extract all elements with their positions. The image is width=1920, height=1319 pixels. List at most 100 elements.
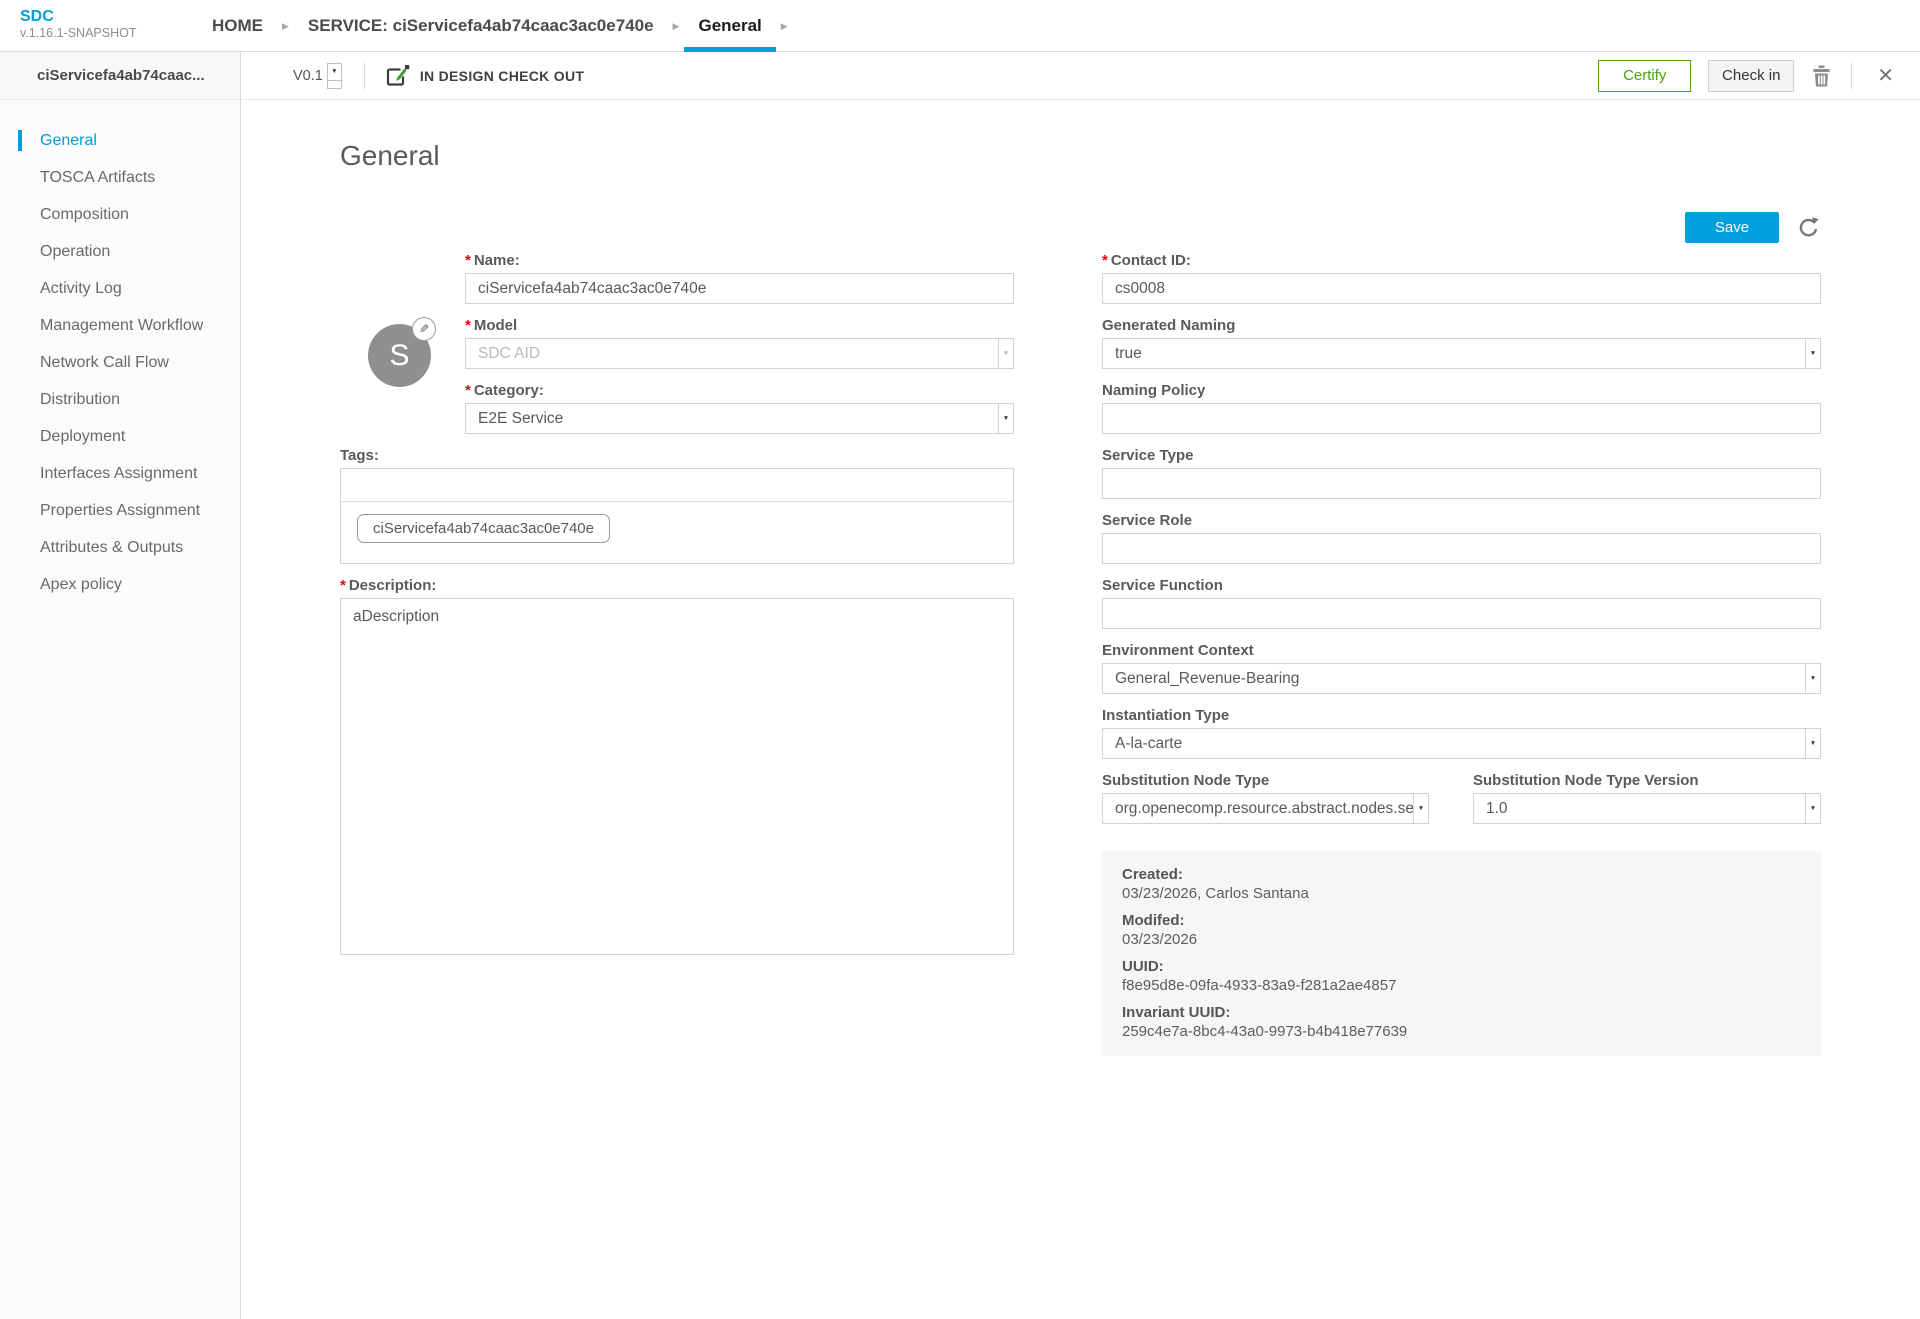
breadcrumb-home[interactable]: HOME (206, 16, 269, 36)
naming-policy-input[interactable] (1102, 403, 1821, 434)
refresh-icon[interactable] (1796, 215, 1821, 240)
category-field: *Category: E2E Service ▼ (465, 382, 1014, 434)
required-asterisk: * (1102, 252, 1108, 269)
lifecycle-status-text: IN DESIGN CHECK OUT (420, 68, 584, 84)
service-type-label: Service Type (1102, 447, 1821, 464)
sidebar-item-properties-assignment[interactable]: Properties Assignment (0, 492, 240, 529)
invariant-uuid-label: Invariant UUID: (1122, 1004, 1801, 1023)
form-right-column: *Contact ID: Generated Naming true ▼ Nam… (1102, 252, 1821, 1056)
version-label: V0.1 (293, 68, 323, 84)
required-asterisk: * (340, 577, 346, 594)
sidebar-item-apex-policy[interactable]: Apex policy (0, 566, 240, 603)
sidebar-item-general[interactable]: General (0, 122, 240, 159)
service-function-label: Service Function (1102, 577, 1821, 594)
sidebar-item-distribution[interactable]: Distribution (0, 381, 240, 418)
version-select[interactable]: V0.1 ▼ (293, 63, 342, 89)
uuid-label: UUID: (1122, 958, 1801, 977)
service-function-field: Service Function (1102, 577, 1821, 629)
main-content: General Save S ✎ *Name: *Model (241, 100, 1920, 1319)
category-select[interactable]: E2E Service ▼ (465, 403, 1014, 434)
save-button[interactable]: Save (1685, 212, 1779, 243)
created-value: 03/23/2026, Carlos Santana (1122, 885, 1801, 904)
lifecycle-status: IN DESIGN CHECK OUT (385, 64, 584, 87)
service-role-input[interactable] (1102, 533, 1821, 564)
metadata-panel: Created: 03/23/2026, Carlos Santana Modi… (1102, 851, 1821, 1056)
tag-chip[interactable]: ciServicefa4ab74caac3ac0e740e (357, 514, 610, 543)
chevron-down-icon: ▼ (998, 404, 1013, 433)
sidebar-item-operation[interactable]: Operation (0, 233, 240, 270)
name-input[interactable] (465, 273, 1014, 304)
sidebar-item-deployment[interactable]: Deployment (0, 418, 240, 455)
sidebar-item-composition[interactable]: Composition (0, 196, 240, 233)
service-role-label: Service Role (1102, 512, 1821, 529)
service-role-field: Service Role (1102, 512, 1821, 564)
chevron-down-icon: ▼ (1805, 729, 1820, 758)
checkin-button[interactable]: Check in (1708, 60, 1794, 92)
naming-policy-field: Naming Policy (1102, 382, 1821, 434)
category-label: *Category: (465, 382, 1014, 399)
sidebar-item-activity-log[interactable]: Activity Log (0, 270, 240, 307)
instantiation-type-label: Instantiation Type (1102, 707, 1821, 724)
service-function-input[interactable] (1102, 598, 1821, 629)
model-select: SDC AID ▼ (465, 338, 1014, 369)
contact-id-label: *Contact ID: (1102, 252, 1821, 269)
tags-input[interactable] (341, 469, 1013, 502)
tags-container: ciServicefa4ab74caac3ac0e740e (340, 468, 1014, 564)
breadcrumb: HOME ▶ SERVICE: ciServicefa4ab74caac3ac0… (206, 0, 788, 52)
form-left-column: S ✎ *Name: *Model SDC AID ▼ *Category: E… (340, 252, 1014, 973)
substitution-node-type-select[interactable]: org.openecomp.resource.abstract.nodes.se… (1102, 793, 1429, 824)
close-icon[interactable]: ✕ (1871, 63, 1900, 88)
contact-id-input[interactable] (1102, 273, 1821, 304)
sidebar-item-attributes-outputs[interactable]: Attributes & Outputs (0, 529, 240, 566)
environment-context-field: Environment Context General_Revenue-Bear… (1102, 642, 1821, 694)
service-avatar[interactable]: S ✎ (368, 324, 431, 387)
name-field: *Name: (465, 252, 1014, 304)
page-title: General (340, 140, 440, 172)
breadcrumb-service[interactable]: SERVICE: ciServicefa4ab74caac3ac0e740e (302, 16, 660, 36)
sdc-logo[interactable]: SDC v.1.16.1-SNAPSHOT (20, 8, 136, 41)
created-label: Created: (1122, 866, 1801, 885)
entity-title: ciServicefa4ab74caac... (0, 67, 205, 84)
toolbar-divider (364, 63, 365, 89)
tags-label: Tags: (340, 447, 1014, 464)
service-type-input[interactable] (1102, 468, 1821, 499)
toolbar-divider (1851, 63, 1852, 89)
service-type-field: Service Type (1102, 447, 1821, 499)
version-caret-icon[interactable]: ▼ (327, 63, 342, 89)
chevron-down-icon: ▼ (1805, 664, 1820, 693)
substitution-node-type-field: Substitution Node Type org.openecomp.res… (1102, 772, 1429, 824)
breadcrumb-general[interactable]: General (692, 0, 767, 52)
certify-button[interactable]: Certify (1598, 60, 1691, 92)
breadcrumb-caret-icon: ▶ (282, 21, 289, 32)
required-asterisk: * (465, 252, 471, 269)
description-label: *Description: (340, 577, 1014, 594)
sdc-app: SDC v.1.16.1-SNAPSHOT HOME ▶ SERVICE: ci… (0, 0, 1920, 1319)
sidebar-item-network-call-flow[interactable]: Network Call Flow (0, 344, 240, 381)
description-field: *Description: aDescription (340, 577, 1014, 960)
generated-naming-label: Generated Naming (1102, 317, 1821, 334)
instantiation-type-select[interactable]: A-la-carte ▼ (1102, 728, 1821, 759)
name-label: *Name: (465, 252, 1014, 269)
sidebar-item-management-workflow[interactable]: Management Workflow (0, 307, 240, 344)
entity-title-panel: ciServicefa4ab74caac... (0, 52, 241, 100)
contact-id-field: *Contact ID: (1102, 252, 1821, 304)
substitution-node-type-version-select[interactable]: 1.0 ▼ (1473, 793, 1821, 824)
substitution-node-type-version-field: Substitution Node Type Version 1.0 ▼ (1473, 772, 1821, 824)
tags-field: Tags: ciServicefa4ab74caac3ac0e740e (340, 447, 1014, 564)
modified-label: Modifed: (1122, 912, 1801, 931)
delete-icon[interactable] (1811, 65, 1832, 87)
environment-context-select[interactable]: General_Revenue-Bearing ▼ (1102, 663, 1821, 694)
edit-avatar-icon[interactable]: ✎ (412, 317, 436, 341)
breadcrumb-caret-icon: ▶ (673, 21, 680, 32)
sidebar-item-interfaces-assignment[interactable]: Interfaces Assignment (0, 455, 240, 492)
breadcrumb-caret-icon: ▶ (781, 21, 788, 32)
uuid-value: f8e95d8e-09fa-4933-83a9-f281a2ae4857 (1122, 977, 1801, 996)
chevron-down-icon: ▼ (998, 339, 1013, 368)
checkout-icon (385, 64, 410, 87)
generated-naming-select[interactable]: true ▼ (1102, 338, 1821, 369)
sidebar-item-tosca-artifacts[interactable]: TOSCA Artifacts (0, 159, 240, 196)
substitution-node-type-label: Substitution Node Type (1102, 772, 1429, 789)
required-asterisk: * (465, 317, 471, 334)
required-asterisk: * (465, 382, 471, 399)
description-textarea[interactable]: aDescription (340, 598, 1014, 955)
